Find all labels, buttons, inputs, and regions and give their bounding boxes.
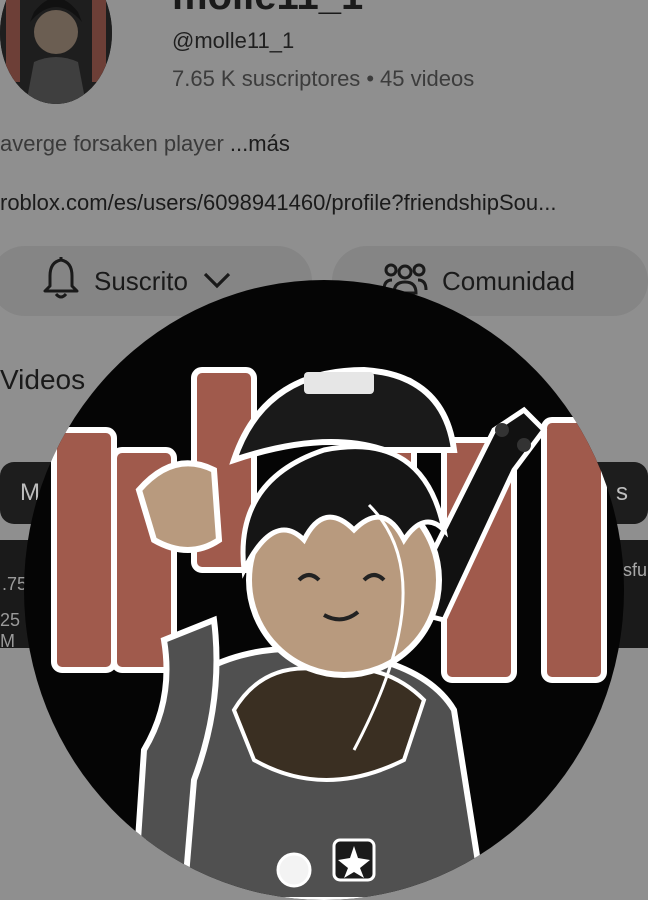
hand-shape [135, 460, 223, 553]
bell-icon [42, 256, 80, 307]
channel-title: molle11_1 [172, 0, 363, 19]
subscriber-count: 7.65 K suscriptores [172, 66, 361, 91]
chevron-down-icon [202, 266, 232, 297]
channel-description[interactable]: averge forsaken player ...más [0, 131, 290, 157]
community-label: Comunidad [442, 265, 575, 296]
channel-stats: 7.65 K suscriptores • 45 videos [172, 66, 474, 92]
avatar-artwork [51, 366, 607, 900]
enlarged-avatar-overlay[interactable] [24, 280, 624, 900]
channel-handle: @molle11_1 [172, 28, 295, 53]
subscribed-label: Suscrito [94, 265, 188, 296]
stats-separator: • [366, 66, 375, 91]
channel-link[interactable]: roblox.com/es/users/6098941460/profile?f… [0, 190, 648, 216]
description-text: averge forsaken player [0, 131, 224, 156]
more-link[interactable]: ...más [230, 131, 290, 156]
section-videos-heading: Videos [0, 364, 86, 395]
video-count: 45 videos [380, 66, 475, 91]
